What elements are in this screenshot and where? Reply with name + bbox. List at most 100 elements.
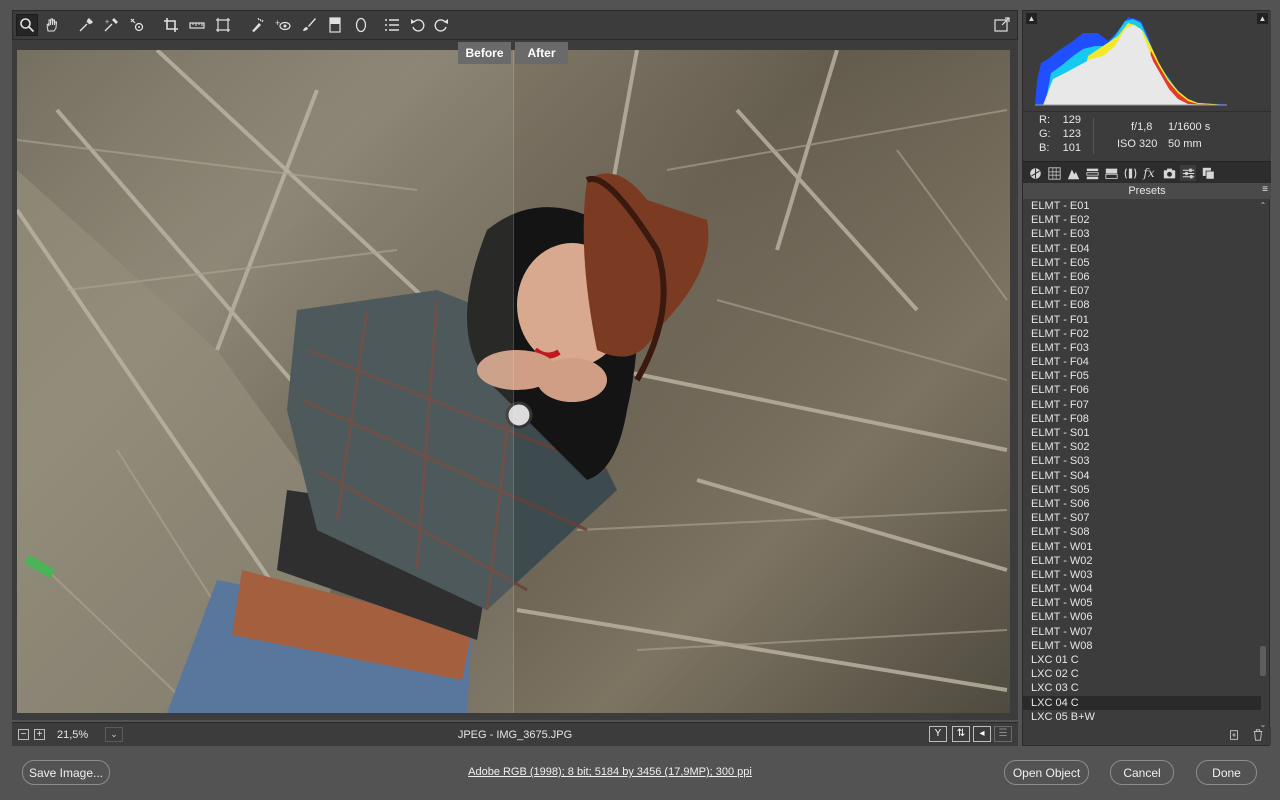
tone-curve-tab-icon[interactable]: [1046, 165, 1062, 181]
copy-settings-icon[interactable]: ◂: [973, 726, 991, 742]
white-balance-tool-icon[interactable]: [75, 14, 97, 36]
zoom-tool-icon[interactable]: [16, 14, 38, 36]
spot-removal-tool-icon[interactable]: [246, 14, 268, 36]
preset-item[interactable]: ELMT - E02: [1023, 213, 1261, 227]
done-button[interactable]: Done: [1196, 760, 1257, 785]
preset-item[interactable]: ELMT - S06: [1023, 497, 1261, 511]
preset-item[interactable]: ELMT - S08: [1023, 525, 1261, 539]
preset-item[interactable]: ELMT - S03: [1023, 454, 1261, 468]
preset-item[interactable]: ELMT - E07: [1023, 284, 1261, 298]
preset-item[interactable]: ELMT - E06: [1023, 270, 1261, 284]
presets-tab-sliders-icon[interactable]: [1180, 165, 1196, 181]
iso: ISO 320: [1117, 138, 1158, 150]
shadow-clipping-icon[interactable]: ▲: [1026, 13, 1037, 24]
rotate-right-icon[interactable]: [430, 14, 452, 36]
b-value: 101: [1062, 142, 1081, 154]
preset-item[interactable]: ELMT - W02: [1023, 554, 1261, 568]
presets-header: Presets ≡: [1023, 183, 1271, 199]
snapshots-tab-icon[interactable]: [1200, 165, 1216, 181]
graduated-filter-icon[interactable]: [324, 14, 346, 36]
transform-tool-icon[interactable]: [212, 14, 234, 36]
preset-item[interactable]: ELMT - S04: [1023, 469, 1261, 483]
open-object-button[interactable]: Open Object: [1004, 760, 1089, 785]
rotate-left-icon[interactable]: [407, 14, 429, 36]
preset-item[interactable]: ELMT - E04: [1023, 242, 1261, 256]
preset-item[interactable]: ELMT - W01: [1023, 540, 1261, 554]
pixel-readout: R: 129 G: 123 B: 101 f/1,8 1/1600 s ISO 320…: [1023, 111, 1271, 159]
hsl-tab-icon[interactable]: [1084, 165, 1100, 181]
preset-item[interactable]: LXC 01 C: [1023, 653, 1261, 667]
lens-corrections-tab-icon[interactable]: [1122, 165, 1138, 181]
preset-item[interactable]: ELMT - S05: [1023, 483, 1261, 497]
preset-item[interactable]: ELMT - S02: [1023, 440, 1261, 454]
preset-item[interactable]: ELMT - S01: [1023, 426, 1261, 440]
preset-item[interactable]: ELMT - W05: [1023, 596, 1261, 610]
preset-item[interactable]: ELMT - E05: [1023, 256, 1261, 270]
cancel-button[interactable]: Cancel: [1110, 760, 1174, 785]
preset-item[interactable]: ELMT - F07: [1023, 398, 1261, 412]
preset-item[interactable]: ELMT - W03: [1023, 568, 1261, 582]
b-label: B:: [1039, 142, 1050, 154]
radial-filter-icon[interactable]: [350, 14, 372, 36]
swap-settings-icon[interactable]: ⇅: [952, 726, 970, 742]
preset-item[interactable]: ELMT - E08: [1023, 298, 1261, 312]
shutter-speed: 1/1600 s: [1168, 121, 1211, 133]
preset-item[interactable]: ELMT - F08: [1023, 412, 1261, 426]
highlight-clipping-icon[interactable]: ▲: [1257, 13, 1268, 24]
preset-item[interactable]: ELMT - W04: [1023, 582, 1261, 596]
presets-menu-icon[interactable]: ≡: [1262, 185, 1268, 195]
preset-item[interactable]: ELMT - F01: [1023, 313, 1261, 327]
preset-item[interactable]: ELMT - E03: [1023, 227, 1261, 241]
split-toning-tab-icon[interactable]: [1103, 165, 1119, 181]
red-eye-removal-icon[interactable]: +: [272, 14, 294, 36]
straighten-tool-icon[interactable]: [186, 14, 208, 36]
color-sampler-tool-icon[interactable]: +: [100, 14, 122, 36]
preset-item[interactable]: ELMT - F05: [1023, 369, 1261, 383]
scroll-thumb[interactable]: [1260, 646, 1266, 676]
after-label: After: [515, 42, 568, 64]
preset-item[interactable]: ELMT - W07: [1023, 625, 1261, 639]
targeted-adjustment-tool-icon[interactable]: [126, 14, 148, 36]
histogram-graph: [1035, 17, 1227, 106]
preset-item[interactable]: ELMT - W06: [1023, 610, 1261, 624]
before-after-view-icon[interactable]: Y: [929, 726, 947, 742]
file-name: JPEG - IMG_3675.JPG: [457, 729, 573, 741]
preset-item[interactable]: ELMT - W08: [1023, 639, 1261, 653]
canvas-status-bar: − + 21,5% ⌄ JPEG - IMG_3675.JPG Y ⇅ ◂ ☰: [12, 722, 1018, 746]
aperture: f/1,8: [1131, 121, 1153, 133]
focal-length: 50 mm: [1168, 138, 1202, 150]
effects-fx-icon[interactable]: fx: [1141, 165, 1157, 181]
svg-text:+: +: [105, 19, 109, 26]
histogram: ▲ ▲: [1023, 11, 1271, 111]
preset-item[interactable]: LXC 03 C: [1023, 681, 1261, 695]
preset-item[interactable]: LXC 04 C: [1023, 695, 1261, 710]
basic-tab-aperture-icon[interactable]: [1027, 165, 1043, 181]
preset-item[interactable]: LXC 02 C: [1023, 667, 1261, 681]
before-half: [17, 50, 514, 713]
preset-item[interactable]: ELMT - F04: [1023, 355, 1261, 369]
delete-preset-trash-icon[interactable]: [1251, 729, 1265, 743]
readout-divider: [1093, 118, 1094, 154]
scroll-up-icon[interactable]: ⌃: [1259, 201, 1267, 210]
toggle-settings-icon[interactable]: ☰: [994, 726, 1012, 742]
preset-item[interactable]: ELMT - F06: [1023, 383, 1261, 397]
new-preset-icon[interactable]: [1227, 729, 1241, 743]
crop-tool-icon[interactable]: [160, 14, 182, 36]
preset-item[interactable]: ELMT - F02: [1023, 327, 1261, 341]
panel-tabs: fx: [1023, 161, 1271, 183]
preferences-icon[interactable]: [381, 14, 403, 36]
preset-item[interactable]: ELMT - E01: [1023, 199, 1261, 213]
detail-tab-mountain-icon[interactable]: [1065, 165, 1081, 181]
g-value: 123: [1062, 128, 1081, 140]
hand-tool-icon[interactable]: [41, 14, 63, 36]
camera-calibration-tab-icon[interactable]: [1161, 165, 1177, 181]
r-value: 129: [1062, 114, 1081, 126]
top-toolbar: + +: [12, 10, 1018, 40]
preset-item[interactable]: LXC 05 B+W: [1023, 710, 1261, 724]
adjustment-brush-icon[interactable]: [298, 14, 320, 36]
preset-scrollbar[interactable]: ⌃ ⌄: [1259, 201, 1267, 729]
preset-item[interactable]: ELMT - F03: [1023, 341, 1261, 355]
photo-preview[interactable]: [17, 50, 1010, 713]
preset-item[interactable]: ELMT - S07: [1023, 511, 1261, 525]
fullscreen-icon[interactable]: [991, 14, 1013, 36]
